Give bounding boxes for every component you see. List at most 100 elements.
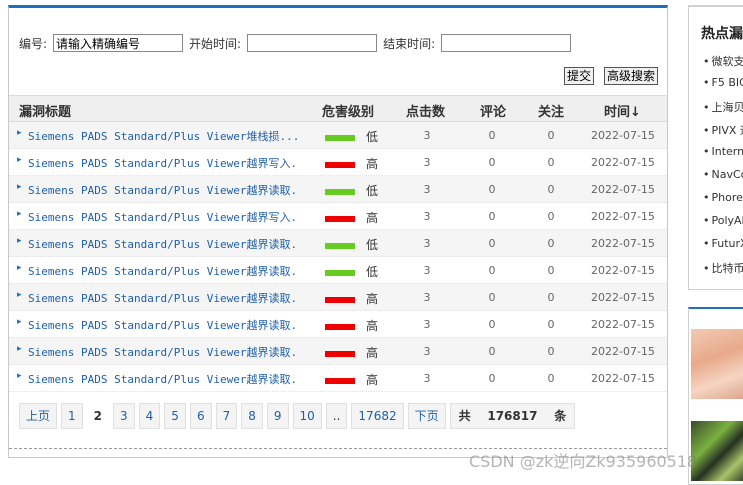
page-link-8[interactable]: 8	[241, 403, 263, 429]
severity-bar	[325, 216, 355, 222]
comment-count: 0	[488, 318, 496, 331]
page-link-2: 2	[86, 403, 110, 429]
comment-count: 0	[488, 264, 496, 277]
next-page-button[interactable]: 下页	[407, 403, 446, 429]
severity-level: 低	[366, 184, 379, 198]
sidebar-title: 热点漏	[701, 26, 743, 42]
follow-count: 0	[547, 345, 555, 358]
column-title[interactable]: 漏洞标题	[19, 101, 71, 120]
bullet-arrow-icon: ▸	[17, 209, 22, 219]
page-link-9[interactable]: 9	[266, 403, 289, 429]
vulnerability-title-link[interactable]: Siemens PADS Standard/Plus Viewer越界读取...	[28, 263, 298, 279]
click-count: 3	[423, 237, 431, 250]
severity-level: 高	[366, 346, 379, 360]
page-link-1[interactable]: 1	[61, 403, 83, 429]
end-time-label: 结束时间:	[383, 36, 436, 51]
vulnerability-title-link[interactable]: Siemens PADS Standard/Plus Viewer越界读取...	[28, 344, 298, 360]
submit-button[interactable]: 提交	[564, 67, 595, 85]
hot-list-item[interactable]: PIVX 远	[703, 122, 743, 145]
page-link-3[interactable]: 3	[113, 403, 135, 429]
click-count: 3	[423, 318, 431, 331]
hot-list-item[interactable]: F5 BIG	[703, 76, 743, 99]
prev-page-button[interactable]: 上页	[19, 403, 58, 429]
hot-list-item[interactable]: 比特币	[703, 260, 743, 283]
click-count: 3	[423, 291, 431, 304]
bullet-arrow-icon: ▸	[17, 263, 22, 273]
hot-list-item[interactable]: Phore	[703, 191, 743, 214]
bullet-arrow-icon: ▸	[17, 371, 22, 381]
page-link-7[interactable]: 7	[215, 403, 238, 429]
id-input[interactable]	[53, 34, 184, 52]
comment-count: 0	[488, 129, 496, 142]
hot-list-item[interactable]: 微软支	[703, 53, 743, 76]
column-time[interactable]: 时间↓	[604, 101, 641, 120]
severity-level: 高	[366, 292, 379, 306]
table-row: ▸ Siemens PADS Standard/Plus Viewer越界写入..…	[9, 149, 667, 176]
severity-bar	[325, 324, 355, 330]
hot-list-item[interactable]: PolyAI	[703, 214, 743, 237]
severity-level: 高	[366, 373, 379, 387]
comment-count: 0	[488, 156, 496, 169]
vulnerability-title-link[interactable]: Siemens PADS Standard/Plus Viewer堆栈损...	[28, 128, 298, 144]
start-time-input[interactable]	[247, 34, 378, 52]
table-row: ▸ Siemens PADS Standard/Plus Viewer越界读取..…	[9, 257, 667, 284]
start-time-label: 开始时间:	[189, 36, 242, 51]
follow-count: 0	[547, 237, 555, 250]
hot-list: 微软支F5 BIG上海贝PIVX 远InternNavCoPhorePolyAI…	[703, 53, 743, 283]
vulnerability-title-link[interactable]: Siemens PADS Standard/Plus Viewer越界读取...	[28, 236, 298, 252]
publish-date: 2022-07-15	[591, 372, 655, 385]
total-suffix: 条	[554, 409, 567, 423]
hot-list-item[interactable]: NavCo	[703, 168, 743, 191]
publish-date: 2022-07-15	[591, 318, 655, 331]
vulnerability-title-link[interactable]: Siemens PADS Standard/Plus Viewer越界读取...	[28, 290, 298, 306]
total-number: 176817	[487, 409, 538, 423]
column-follows[interactable]: 关注	[538, 101, 564, 120]
vulnerability-title-link[interactable]: Siemens PADS Standard/Plus Viewer越界读取...	[28, 371, 298, 387]
column-comments[interactable]: 评论	[480, 101, 506, 120]
bullet-arrow-icon: ▸	[17, 155, 22, 165]
page-link-4[interactable]: 4	[138, 403, 161, 429]
click-count: 3	[423, 156, 431, 169]
total-count: 共 176817 条	[449, 403, 576, 429]
vulnerability-list-panel: 编号: 开始时间: 结束时间: 提交 高级搜索 漏洞标题 危害级别 点击数 评论…	[8, 5, 668, 458]
advanced-search-button[interactable]: 高级搜索	[604, 67, 659, 85]
column-clicks[interactable]: 点击数	[406, 101, 445, 120]
severity-bar	[325, 162, 355, 168]
publish-date: 2022-07-15	[591, 345, 655, 358]
table-row: ▸ Siemens PADS Standard/Plus Viewer越界读取..…	[9, 365, 667, 392]
last-page-link[interactable]: 17682	[351, 403, 404, 429]
hot-list-item[interactable]: Intern	[703, 145, 743, 168]
click-count: 3	[423, 372, 431, 385]
click-count: 3	[423, 264, 431, 277]
vulnerability-title-link[interactable]: Siemens PADS Standard/Plus Viewer越界写入...	[28, 155, 298, 171]
severity-level: 高	[366, 211, 379, 225]
hot-list-item[interactable]: 上海贝	[703, 99, 743, 122]
severity-bar	[325, 135, 355, 141]
bullet-arrow-icon: ▸	[17, 290, 22, 300]
bullet-arrow-icon: ▸	[17, 128, 22, 138]
thumbnail-image[interactable]	[691, 421, 743, 481]
severity-level: 低	[366, 265, 379, 279]
watermark: CSDN @zk逆向Zk935960518	[469, 452, 698, 471]
vulnerability-title-link[interactable]: Siemens PADS Standard/Plus Viewer越界读取...	[28, 317, 298, 333]
hot-vulnerabilities-sidebar: 热点漏 微软支F5 BIG上海贝PIVX 远InternNavCoPhorePo…	[688, 5, 743, 290]
page-link-6[interactable]: 6	[189, 403, 212, 429]
publish-date: 2022-07-15	[591, 264, 655, 277]
severity-level: 低	[366, 238, 379, 252]
follow-count: 0	[547, 318, 555, 331]
bullet-arrow-icon: ▸	[17, 182, 22, 192]
page-link-10[interactable]: 10	[292, 403, 322, 429]
page-link-5[interactable]: 5	[164, 403, 186, 429]
severity-level: 高	[366, 319, 379, 333]
hot-list-item[interactable]: FuturX	[703, 237, 743, 260]
follow-count: 0	[547, 156, 555, 169]
table-row: ▸ Siemens PADS Standard/Plus Viewer越界读取..…	[9, 230, 667, 257]
column-level[interactable]: 危害级别	[322, 101, 374, 120]
table-row: ▸ Siemens PADS Standard/Plus Viewer越界读取..…	[9, 176, 667, 203]
thumbnail-image[interactable]	[691, 329, 743, 399]
vulnerability-title-link[interactable]: Siemens PADS Standard/Plus Viewer越界读取...	[28, 182, 298, 198]
severity-level: 高	[366, 157, 379, 171]
vulnerability-title-link[interactable]: Siemens PADS Standard/Plus Viewer越界写入...	[28, 209, 298, 225]
end-time-input[interactable]	[441, 34, 572, 52]
table-row: ▸ Siemens PADS Standard/Plus Viewer越界读取..…	[9, 311, 667, 338]
